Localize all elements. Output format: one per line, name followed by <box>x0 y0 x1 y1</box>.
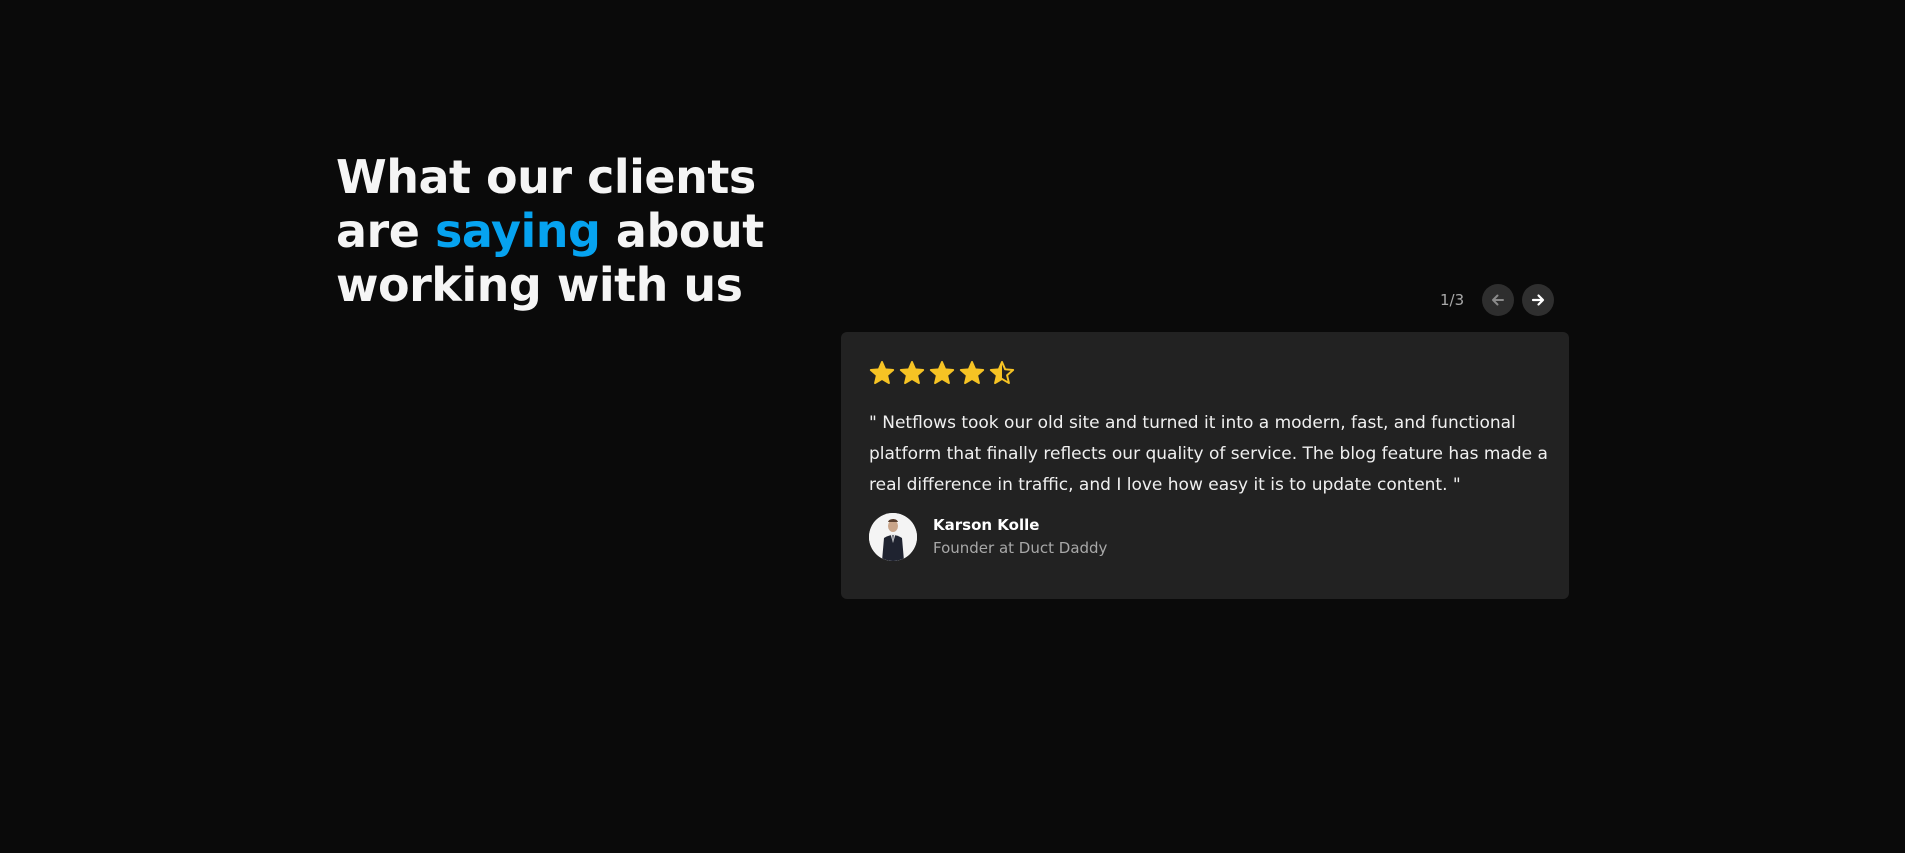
star-rating <box>869 360 1541 386</box>
slide-counter: 1/3 <box>1440 291 1465 309</box>
testimonial-author: Karson Kolle Founder at Duct Daddy <box>869 513 1541 561</box>
star-filled-icon <box>959 360 985 386</box>
person-avatar-icon <box>869 513 917 561</box>
author-details: Karson Kolle Founder at Duct Daddy <box>933 514 1107 560</box>
heading-accent-word: saying <box>434 204 601 258</box>
testimonial-card: " Netflows took our old site and turned … <box>841 332 1569 599</box>
star-filled-icon <box>929 360 955 386</box>
arrow-right-icon <box>1532 294 1545 306</box>
arrow-left-icon <box>1492 294 1505 306</box>
section-heading: What our clients are saying about workin… <box>336 150 776 312</box>
carousel-pager: 1/3 <box>1440 284 1555 316</box>
testimonial-quote: " Netflows took our old site and turned … <box>869 413 1548 495</box>
star-half-icon <box>989 360 1015 386</box>
next-button[interactable] <box>1522 284 1555 316</box>
star-filled-icon <box>899 360 925 386</box>
star-filled-icon <box>869 360 895 386</box>
author-role: Founder at Duct Daddy <box>933 539 1108 557</box>
author-name: Karson Kolle <box>933 516 1040 534</box>
previous-button[interactable] <box>1482 284 1515 316</box>
testimonials-section: What our clients are saying about workin… <box>0 0 1905 853</box>
avatar <box>869 513 917 561</box>
